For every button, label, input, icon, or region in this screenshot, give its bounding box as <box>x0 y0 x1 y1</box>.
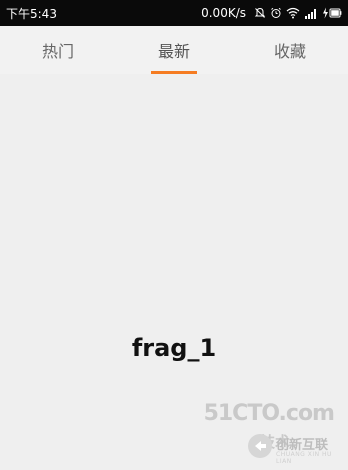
mute-icon <box>254 7 266 18</box>
signal-icon <box>305 9 316 19</box>
fragment-content: frag_1 <box>0 74 348 470</box>
alarm-icon <box>271 7 281 18</box>
tab-latest[interactable]: 最新 <box>116 26 232 74</box>
wifi-icon <box>286 7 300 19</box>
tab-favorites-label: 收藏 <box>273 42 306 61</box>
tab-hot[interactable]: 热门 <box>0 26 116 74</box>
tab-latest-label: 最新 <box>157 42 190 61</box>
status-network-speed: 0.00K/s <box>201 6 246 20</box>
app-screen: 下午5:43 0.00K/s 热门 最新 收藏 frag_1 51CTO.com… <box>0 0 348 470</box>
status-time: 下午5:43 <box>6 6 57 21</box>
fragment-label: frag_1 <box>131 334 217 362</box>
tab-hot-label: 热门 <box>41 42 74 61</box>
tab-bar: 热门 最新 收藏 <box>0 26 348 74</box>
status-bar: 下午5:43 0.00K/s <box>0 0 348 26</box>
tab-favorites[interactable]: 收藏 <box>232 26 348 74</box>
battery-charging-icon <box>323 7 342 19</box>
